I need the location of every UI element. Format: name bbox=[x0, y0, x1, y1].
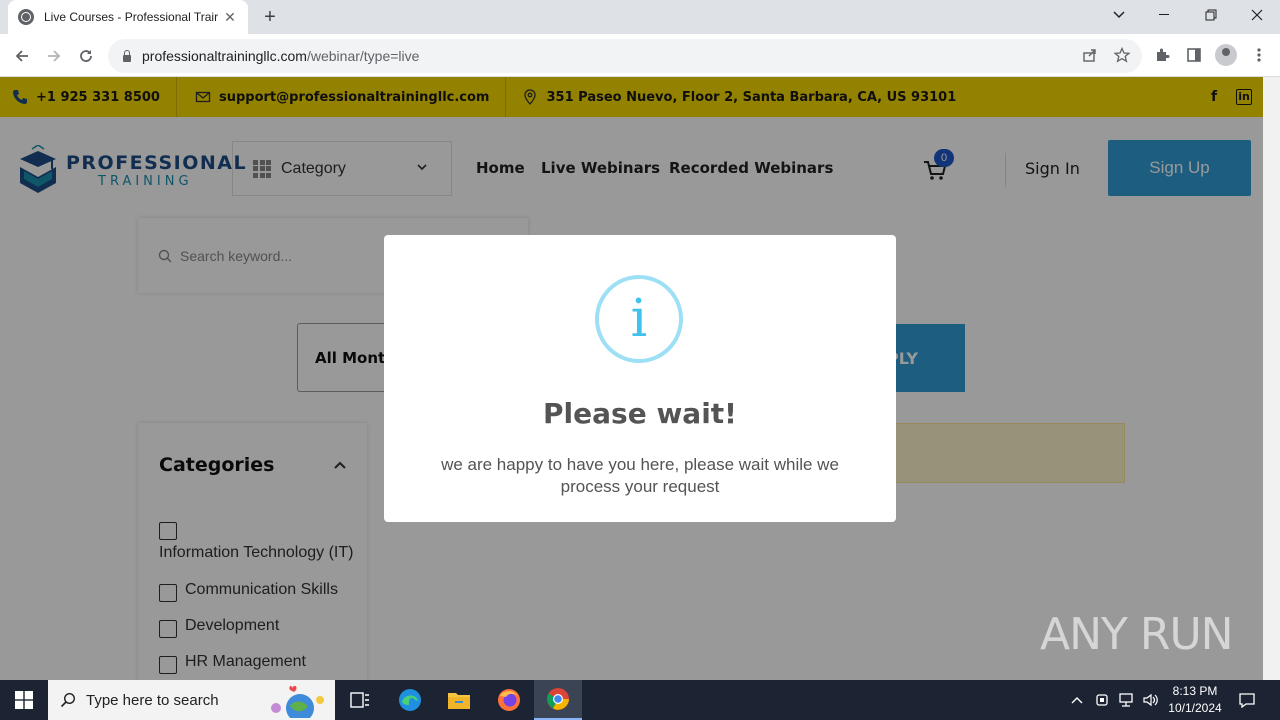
restore-icon[interactable] bbox=[1188, 0, 1234, 30]
globe-icon bbox=[18, 9, 34, 25]
new-tab-button[interactable]: + bbox=[258, 6, 282, 28]
address-bar: professionaltrainingllc.com/webinar/type… bbox=[0, 34, 1280, 77]
volume-icon[interactable] bbox=[1142, 680, 1160, 720]
firefox-icon[interactable] bbox=[485, 680, 533, 720]
side-panel-icon[interactable] bbox=[1183, 44, 1205, 66]
menu-dots-icon[interactable] bbox=[1248, 44, 1270, 66]
tab-search-icon[interactable] bbox=[1096, 0, 1142, 30]
system-clock[interactable]: 8:13 PM 10/1/2024 bbox=[1160, 683, 1230, 717]
task-view-icon[interactable] bbox=[336, 680, 384, 720]
minimize-icon[interactable] bbox=[1142, 0, 1188, 30]
network-icon[interactable] bbox=[1118, 680, 1136, 720]
browser-tab[interactable]: Live Courses - Professional Trair ✕ bbox=[8, 0, 248, 34]
close-window-icon[interactable] bbox=[1234, 0, 1280, 30]
info-icon: i bbox=[595, 275, 683, 363]
reload-icon[interactable] bbox=[72, 42, 100, 70]
windows-taskbar: Type here to search 8:13 PM 10/1/2024 bbox=[0, 680, 1280, 720]
tray-chevron-up-icon[interactable] bbox=[1070, 680, 1084, 720]
taskbar-search-input[interactable]: Type here to search bbox=[48, 680, 335, 720]
file-explorer-icon[interactable] bbox=[435, 680, 483, 720]
please-wait-dialog: i Please wait! we are happy to have you … bbox=[384, 235, 896, 522]
windows-start-icon[interactable] bbox=[0, 680, 48, 720]
web-page: +1 925 331 8500 support@professionaltrai… bbox=[0, 77, 1263, 680]
bookmark-star-icon[interactable] bbox=[1111, 44, 1133, 66]
meet-now-icon[interactable] bbox=[1095, 680, 1111, 720]
url-host: professionaltrainingllc.com bbox=[142, 48, 307, 64]
notification-center-icon[interactable] bbox=[1238, 680, 1256, 720]
dialog-message: we are happy to have you here, please wa… bbox=[441, 455, 839, 496]
chrome-icon[interactable] bbox=[534, 680, 582, 720]
url-field[interactable]: professionaltrainingllc.com/webinar/type… bbox=[108, 39, 1142, 73]
tab-title: Live Courses - Professional Trair bbox=[44, 10, 219, 24]
anyrun-watermark: ANY RUN bbox=[1040, 609, 1234, 660]
clock-time: 8:13 PM bbox=[1172, 684, 1218, 698]
clock-date: 10/1/2024 bbox=[1168, 701, 1222, 715]
profile-avatar-icon[interactable] bbox=[1215, 44, 1237, 66]
extensions-icon[interactable] bbox=[1151, 44, 1173, 66]
page-scrollbar[interactable] bbox=[1263, 77, 1280, 680]
search-highlight-icon bbox=[271, 685, 324, 718]
lock-icon bbox=[122, 50, 132, 62]
url-path: /webinar/type=live bbox=[306, 48, 420, 64]
search-icon bbox=[60, 692, 76, 708]
share-icon[interactable] bbox=[1079, 44, 1101, 66]
forward-icon[interactable] bbox=[40, 42, 68, 70]
tab-close-icon[interactable]: ✕ bbox=[222, 9, 238, 26]
taskbar-search-placeholder: Type here to search bbox=[86, 691, 219, 709]
browser-tab-bar: Live Courses - Professional Trair ✕ + bbox=[0, 0, 1280, 34]
watermark-text: ANY RUN bbox=[1040, 609, 1234, 660]
back-icon[interactable] bbox=[8, 42, 36, 70]
edge-browser-icon[interactable] bbox=[386, 680, 434, 720]
dialog-title: Please wait! bbox=[543, 397, 737, 430]
